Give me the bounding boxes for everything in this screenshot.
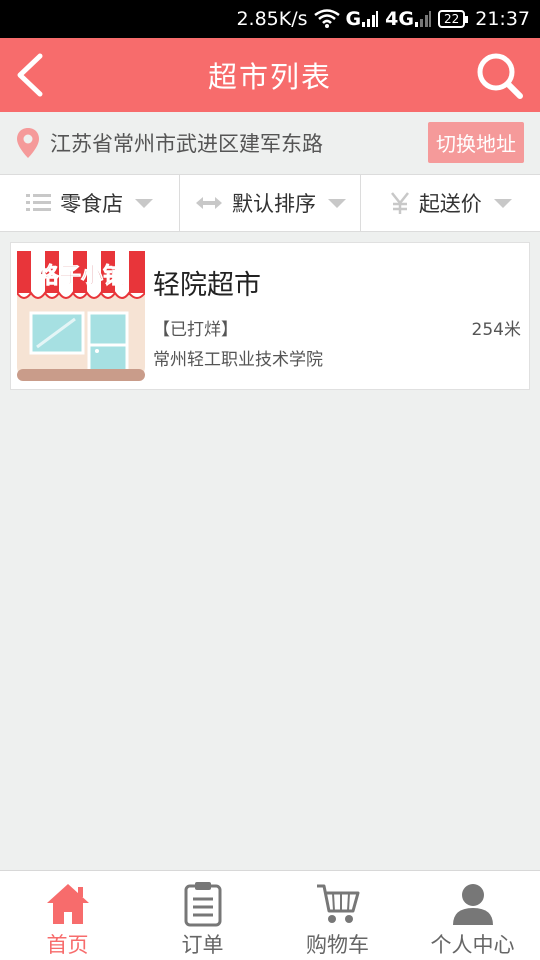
filter-bar: 零食店 默认排序 起送价 <box>0 174 540 232</box>
user-icon <box>452 884 493 925</box>
tab-home[interactable]: 首页 <box>0 871 135 960</box>
store-distance: 254米 <box>471 320 521 340</box>
search-button[interactable] <box>474 50 526 100</box>
network-speed: 2.85K/s <box>236 8 308 30</box>
network-type-1: G <box>345 8 362 30</box>
tab-profile[interactable]: 个人中心 <box>405 871 540 960</box>
dropdown-arrow-icon <box>327 198 346 208</box>
bottom-tab-bar: 首页 订单 购物车 个人中心 <box>0 870 540 960</box>
wifi-icon <box>313 9 340 29</box>
address-bar: 江苏省常州市武进区建军东路 切换地址 <box>0 112 540 174</box>
store-logo: 格子小铺 <box>17 251 145 381</box>
signal-icon-sim1: G <box>346 8 380 30</box>
clock: 21:37 <box>475 8 530 30</box>
current-address: 江苏省常州市武进区建军东路 <box>50 132 323 156</box>
filter-category[interactable]: 零食店 <box>0 175 181 231</box>
tab-home-label: 首页 <box>46 933 89 957</box>
store-list-item[interactable]: 格子小铺 轻院超市 【已打烊】 254米 常州轻工职业技术学院 <box>10 242 530 390</box>
page-title: 超市列表 <box>207 60 332 94</box>
order-icon <box>184 882 221 927</box>
svg-text:格子小铺: 格子小铺 <box>37 263 125 289</box>
filter-category-label: 零食店 <box>60 192 124 216</box>
chevron-left-icon <box>17 53 43 97</box>
status-bar: 2.85K/s G 4G 22 21:37 <box>0 0 540 38</box>
sort-icon <box>194 193 224 213</box>
store-status: 【已打烊】 <box>153 320 238 340</box>
dropdown-arrow-icon <box>135 198 154 208</box>
tab-cart[interactable]: 购物车 <box>270 871 405 960</box>
network-type-2: 4G <box>385 8 414 30</box>
battery-icon: 22 <box>437 10 469 28</box>
back-button[interactable] <box>12 50 52 100</box>
tab-cart-label: 购物车 <box>306 933 369 957</box>
filter-sort[interactable]: 默认排序 <box>180 175 361 231</box>
tab-orders[interactable]: 订单 <box>135 871 270 960</box>
filter-min-price-label: 起送价 <box>418 192 482 216</box>
home-icon <box>46 884 89 924</box>
search-icon <box>477 53 523 99</box>
filter-sort-label: 默认排序 <box>231 192 316 216</box>
yen-icon <box>389 191 411 215</box>
tab-profile-label: 个人中心 <box>430 933 515 957</box>
tab-orders-label: 订单 <box>181 933 224 957</box>
list-icon <box>26 192 52 214</box>
location-pin-icon <box>17 128 39 158</box>
app-header: 超市列表 <box>0 38 540 112</box>
filter-min-price[interactable]: 起送价 <box>361 175 540 231</box>
store-location: 常州轻工职业技术学院 <box>153 350 323 370</box>
switch-address-button[interactable]: 切换地址 <box>428 122 524 163</box>
signal-icon-sim2: 4G <box>385 8 432 30</box>
store-name: 轻院超市 <box>153 270 261 301</box>
dropdown-arrow-icon <box>493 198 512 208</box>
cart-icon <box>316 884 359 923</box>
